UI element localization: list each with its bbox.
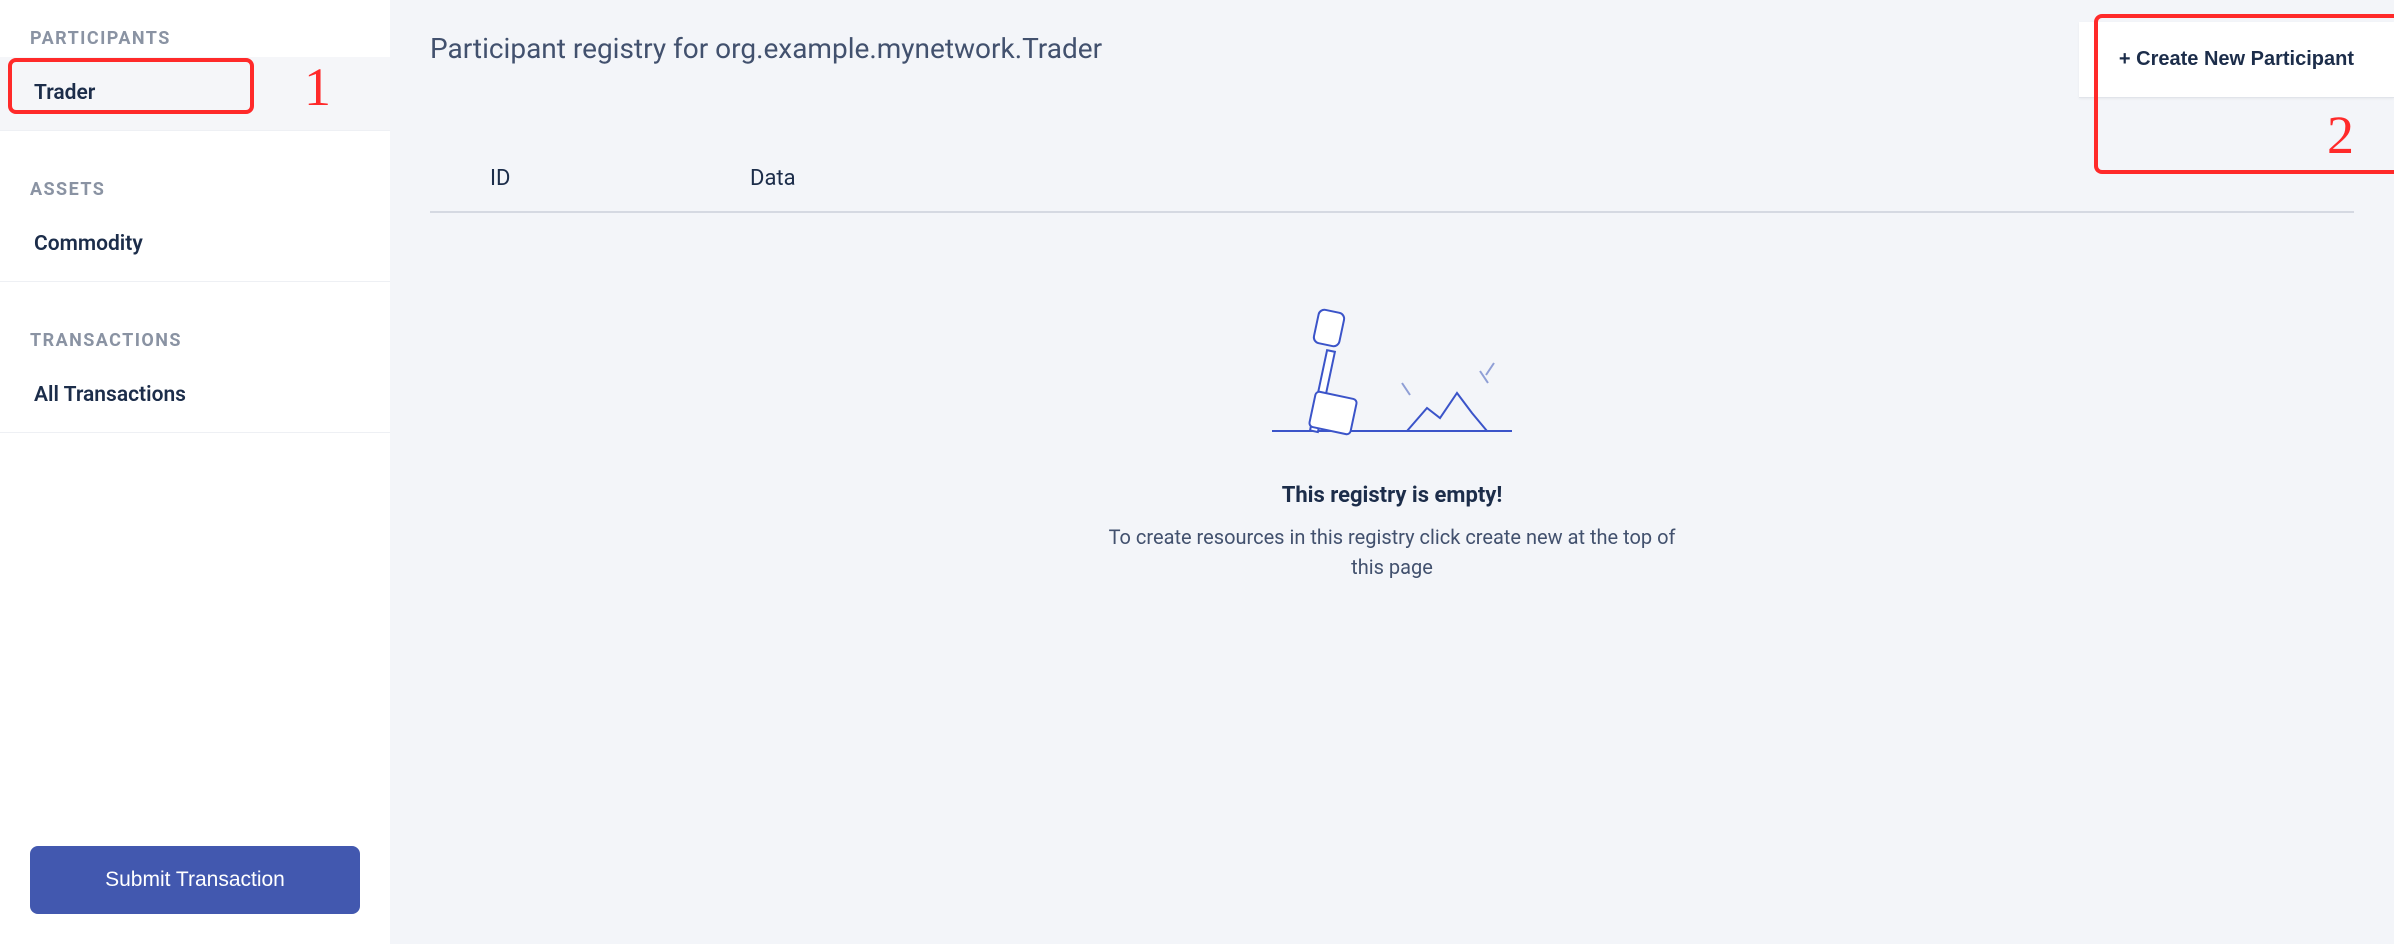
section-header-assets: ASSETS (0, 131, 390, 208)
column-header-data: Data (750, 166, 796, 191)
section-transactions: TRANSACTIONS All Transactions (0, 282, 390, 433)
empty-state-illustration (1262, 303, 1522, 443)
section-header-transactions: TRANSACTIONS (0, 282, 390, 359)
main-header: Participant registry for org.example.myn… (390, 0, 2394, 98)
section-participants: PARTICIPANTS Trader (0, 0, 390, 131)
empty-state: This registry is empty! To create resour… (390, 213, 2394, 622)
column-header-id: ID (490, 166, 750, 191)
table-header-row: ID Data (430, 138, 2354, 213)
sidebar-item-label: All Transactions (34, 383, 186, 407)
sidebar: PARTICIPANTS Trader ASSETS Commodity TRA… (0, 0, 390, 944)
create-new-participant-button[interactable]: + Create New Participant (2079, 22, 2394, 98)
section-assets: ASSETS Commodity (0, 131, 390, 282)
submit-transaction-button[interactable]: Submit Transaction (30, 846, 360, 914)
empty-state-subtitle: To create resources in this registry cli… (1092, 522, 1692, 582)
sidebar-item-trader[interactable]: Trader (0, 57, 390, 130)
empty-state-title: This registry is empty! (1282, 483, 1503, 508)
page-title: Participant registry for org.example.myn… (430, 32, 1102, 65)
section-header-participants: PARTICIPANTS (0, 0, 390, 57)
main-content: Participant registry for org.example.myn… (390, 0, 2394, 944)
sidebar-item-label: Commodity (34, 232, 143, 256)
sidebar-item-all-transactions[interactable]: All Transactions (0, 359, 390, 432)
sidebar-item-commodity[interactable]: Commodity (0, 208, 390, 281)
sidebar-item-label: Trader (34, 81, 95, 105)
